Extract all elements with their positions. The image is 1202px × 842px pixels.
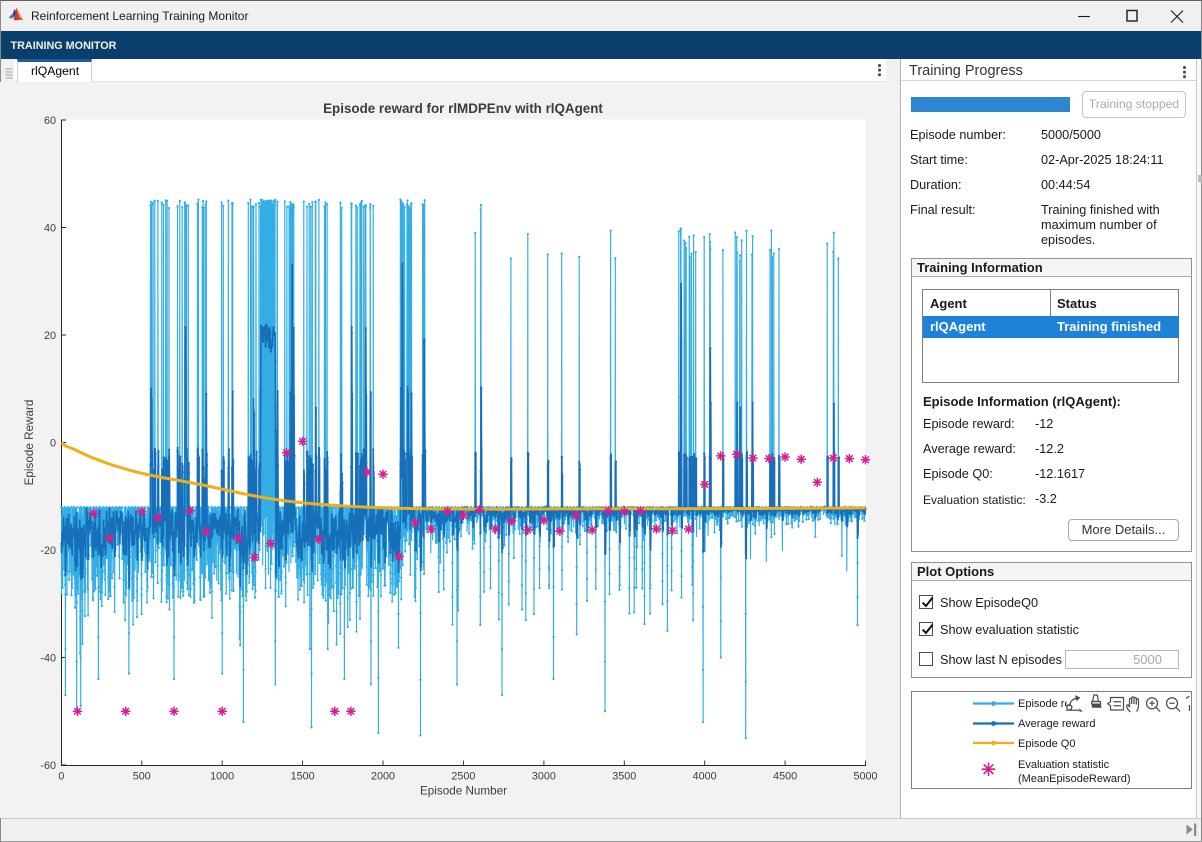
- svg-text:500: 500: [133, 771, 151, 783]
- svg-text:-60: -60: [40, 760, 56, 772]
- svg-text:-40: -40: [40, 652, 56, 664]
- svg-text:Episode Reward: Episode Reward: [23, 400, 36, 486]
- svg-text:2500: 2500: [451, 771, 475, 783]
- svg-text:40: 40: [44, 222, 56, 234]
- svg-text:Episode Number: Episode Number: [420, 785, 507, 798]
- svg-text:4000: 4000: [693, 771, 717, 783]
- svg-text:3500: 3500: [612, 771, 636, 783]
- svg-text:2000: 2000: [371, 771, 395, 783]
- svg-text:3000: 3000: [532, 771, 556, 783]
- svg-text:0: 0: [50, 437, 56, 449]
- svg-text:1500: 1500: [291, 771, 315, 783]
- svg-text:-20: -20: [40, 545, 56, 557]
- svg-text:Episode reward for rlMDPEnv wi: Episode reward for rlMDPEnv with rlQAgen…: [323, 101, 603, 116]
- svg-text:1000: 1000: [210, 771, 234, 783]
- svg-text:60: 60: [44, 115, 56, 127]
- svg-text:4500: 4500: [773, 771, 797, 783]
- svg-text:20: 20: [44, 330, 56, 342]
- svg-text:5000: 5000: [853, 771, 877, 783]
- svg-text:0: 0: [58, 771, 64, 783]
